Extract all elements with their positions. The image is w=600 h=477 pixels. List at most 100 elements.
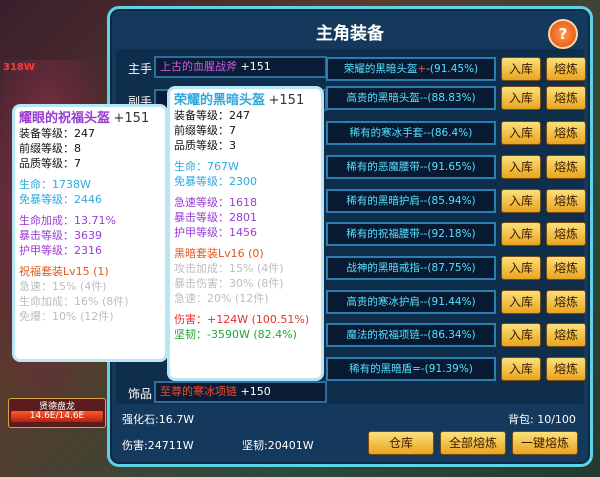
tooltip-equipped-prefix-level: 前缀等级：8 <box>19 142 81 155</box>
tooltip-hovered-prefix-level: 前缀等级：7 <box>174 124 236 137</box>
bag-item-name: 战神的黑暗戒指 <box>346 262 420 274</box>
bag-item-rate: -(91.45%) <box>426 63 479 75</box>
bag-item-rate: --(91.65%) <box>419 161 476 173</box>
bag-item[interactable]: 稀有的恶魔腰带--(91.65%) <box>326 155 496 179</box>
store-button[interactable]: 入库 <box>501 155 541 179</box>
bag-item-name: 稀有的寒冰手套 <box>349 127 424 139</box>
background-red-tag: 318W <box>3 62 35 73</box>
tooltip-hovered-damage-compare: 伤害：+124W (100.51%) <box>174 313 310 326</box>
store-button[interactable]: 入库 <box>501 256 541 280</box>
panel-title: 主角装备 <box>316 24 384 44</box>
total-damage: 伤害:24711W <box>122 439 194 452</box>
tooltip-equipped-hp: 生命：1738W <box>19 178 91 191</box>
bag-item[interactable]: 魔法的祝福项链--(86.34%) <box>326 323 496 347</box>
smelt-button[interactable]: 熔炼 <box>546 256 586 280</box>
tooltip-equipped-set-name: 祝福套装Lv15 (1) <box>19 265 109 278</box>
bag-item-name: 稀有的祝福腰带 <box>346 228 420 240</box>
tooltip-hovered-hp: 生命：767W <box>174 160 239 173</box>
tooltip-equipped-set-bonus: 生命加成：16% (8件) <box>19 295 129 308</box>
store-button[interactable]: 入库 <box>501 323 541 347</box>
bag-item-name: 荣耀的黑暗头盔 <box>343 63 418 75</box>
bag-item-name: 稀有的恶魔腰带 <box>346 161 420 173</box>
tooltip-hovered-set-name: 黑暗套装Lv16 (0) <box>174 247 264 260</box>
smelt-button[interactable]: 熔炼 <box>546 189 586 213</box>
tooltip-hovered-set-bonus: 暴击伤害：30% (8件) <box>174 277 284 290</box>
strengthen-stone-count: 强化石:16.7W <box>122 413 195 426</box>
tooltip-equipped-armor: 护甲等级：2316 <box>19 244 102 257</box>
tooltip-equipped-dodge: 免暴等级：2446 <box>19 193 102 206</box>
bag-item-name: 稀有的黑暗盾 <box>349 363 413 375</box>
store-button[interactable]: 入库 <box>501 357 541 381</box>
bag-item[interactable]: 稀有的黑暗盾=-(91.39%) <box>326 357 496 381</box>
smelt-button[interactable]: 熔炼 <box>546 357 586 381</box>
slot-accessory-level: +150 <box>240 385 271 398</box>
tooltip-hovered-equip-level: 装备等级：247 <box>174 109 250 122</box>
tooltip-equipped-set-bonus: 免爆：10% (12件) <box>19 310 114 323</box>
bag-item[interactable]: 稀有的黑暗护肩--(85.94%) <box>326 189 496 213</box>
tooltip-hovered: 荣耀的黑暗头盔 +151 装备等级：247 前缀等级：7 品质等级：3 生命：7… <box>167 86 324 381</box>
store-button[interactable]: 入库 <box>501 86 541 110</box>
store-button[interactable]: 入库 <box>501 290 541 314</box>
smelt-button[interactable]: 熔炼 <box>546 86 586 110</box>
slot-main-hand-name: 上古的血腥战斧 <box>160 60 237 73</box>
bag-item-rate: --(88.83%) <box>419 92 476 104</box>
bag-item[interactable]: 高贵的黑暗头盔--(88.83%) <box>326 86 496 110</box>
warehouse-button[interactable]: 仓库 <box>368 431 434 455</box>
tooltip-equipped-equip-level: 装备等级：247 <box>19 127 95 140</box>
bag-item-rate: --(87.75%) <box>419 262 476 274</box>
smelt-button[interactable]: 熔炼 <box>546 121 586 145</box>
bag-item-rate: --(86.4%) <box>423 127 473 139</box>
bag-item[interactable]: 稀有的祝福腰带--(92.18%) <box>326 222 496 246</box>
tooltip-hovered-crit: 暴击等级：2801 <box>174 211 257 224</box>
slot-main-hand-level: +151 <box>240 60 271 73</box>
bag-item-name: 魔法的祝福项链 <box>346 329 420 341</box>
bag-item-rate: --(92.18%) <box>419 228 476 240</box>
smelt-button[interactable]: 熔炼 <box>546 323 586 347</box>
bag-item-name: 高贵的寒冰护肩 <box>346 296 420 308</box>
store-button[interactable]: 入库 <box>501 189 541 213</box>
bag-item-suffix: + <box>417 63 427 75</box>
bag-item-rate: --(91.44%) <box>419 296 476 308</box>
tooltip-hovered-dodge: 免暴等级：2300 <box>174 175 257 188</box>
store-button[interactable]: 入库 <box>501 222 541 246</box>
bag-item[interactable]: 高贵的寒冰护肩--(91.44%) <box>326 290 496 314</box>
bag-item[interactable]: 荣耀的黑暗头盔+-(91.45%) <box>326 57 496 81</box>
one-key-smelt-button[interactable]: 一键熔炼 <box>512 431 578 455</box>
tooltip-equipped-set-bonus: 急速：15% (4件) <box>19 280 107 293</box>
bag-item-name: 稀有的黑暗护肩 <box>346 195 420 207</box>
bag-capacity: 背包: 10/100 <box>508 413 576 426</box>
tooltip-equipped-quality-level: 品质等级：7 <box>19 157 81 170</box>
smelt-button[interactable]: 熔炼 <box>546 290 586 314</box>
smelt-button[interactable]: 熔炼 <box>546 155 586 179</box>
slot-label-main-hand: 主手 <box>128 62 153 76</box>
smelt-button[interactable]: 熔炼 <box>546 57 586 81</box>
target-hp-value: 14.6E/14.6E <box>29 411 85 421</box>
slot-main-hand[interactable]: 上古的血腥战斧 +151 <box>154 56 327 78</box>
tooltip-hovered-haste: 急速等级：1618 <box>174 196 257 209</box>
tooltip-equipped: 耀眼的祝福头盔 +151 装备等级：247 前缀等级：8 品质等级：7 生命：1… <box>12 104 168 362</box>
tooltip-equipped-crit: 暴击等级：3639 <box>19 229 102 242</box>
help-icon[interactable]: ? <box>548 19 578 49</box>
smelt-button[interactable]: 熔炼 <box>546 222 586 246</box>
total-toughness: 坚韧:20401W <box>242 439 314 452</box>
store-button[interactable]: 入库 <box>501 121 541 145</box>
slot-accessory-name: 至尊的寒冰项链 <box>160 385 237 398</box>
bag-item-rate: =-(91.39%) <box>412 363 473 375</box>
tooltip-hovered-level: +151 <box>268 93 305 108</box>
tooltip-hovered-name: 荣耀的黑暗头盔 <box>174 93 266 108</box>
tooltip-hovered-set-bonus: 攻击加成：15% (4件) <box>174 262 284 275</box>
tooltip-hovered-toughness-compare: 坚韧：-3590W (82.4%) <box>174 328 297 341</box>
slot-accessory[interactable]: 至尊的寒冰项链 +150 <box>154 381 327 403</box>
tooltip-hovered-quality-level: 品质等级：3 <box>174 139 236 152</box>
bag-item[interactable]: 战神的黑暗戒指--(87.75%) <box>326 256 496 280</box>
target-hp-bar: 贤德盘龙 14.6E/14.6E <box>8 398 106 428</box>
tooltip-hovered-set-bonus: 急速：20% (12件) <box>174 292 269 305</box>
tooltip-equipped-name: 耀眼的祝福头盔 <box>19 111 111 126</box>
bag-item[interactable]: 稀有的寒冰手套--(86.4%) <box>326 121 496 145</box>
tooltip-equipped-level: +151 <box>113 111 150 126</box>
smelt-all-button[interactable]: 全部熔炼 <box>440 431 506 455</box>
tooltip-equipped-hp-bonus: 生命加成：13.71% <box>19 214 116 227</box>
store-button[interactable]: 入库 <box>501 57 541 81</box>
slot-label-accessory: 饰品 <box>128 387 153 401</box>
bag-item-rate: --(85.94%) <box>419 195 476 207</box>
